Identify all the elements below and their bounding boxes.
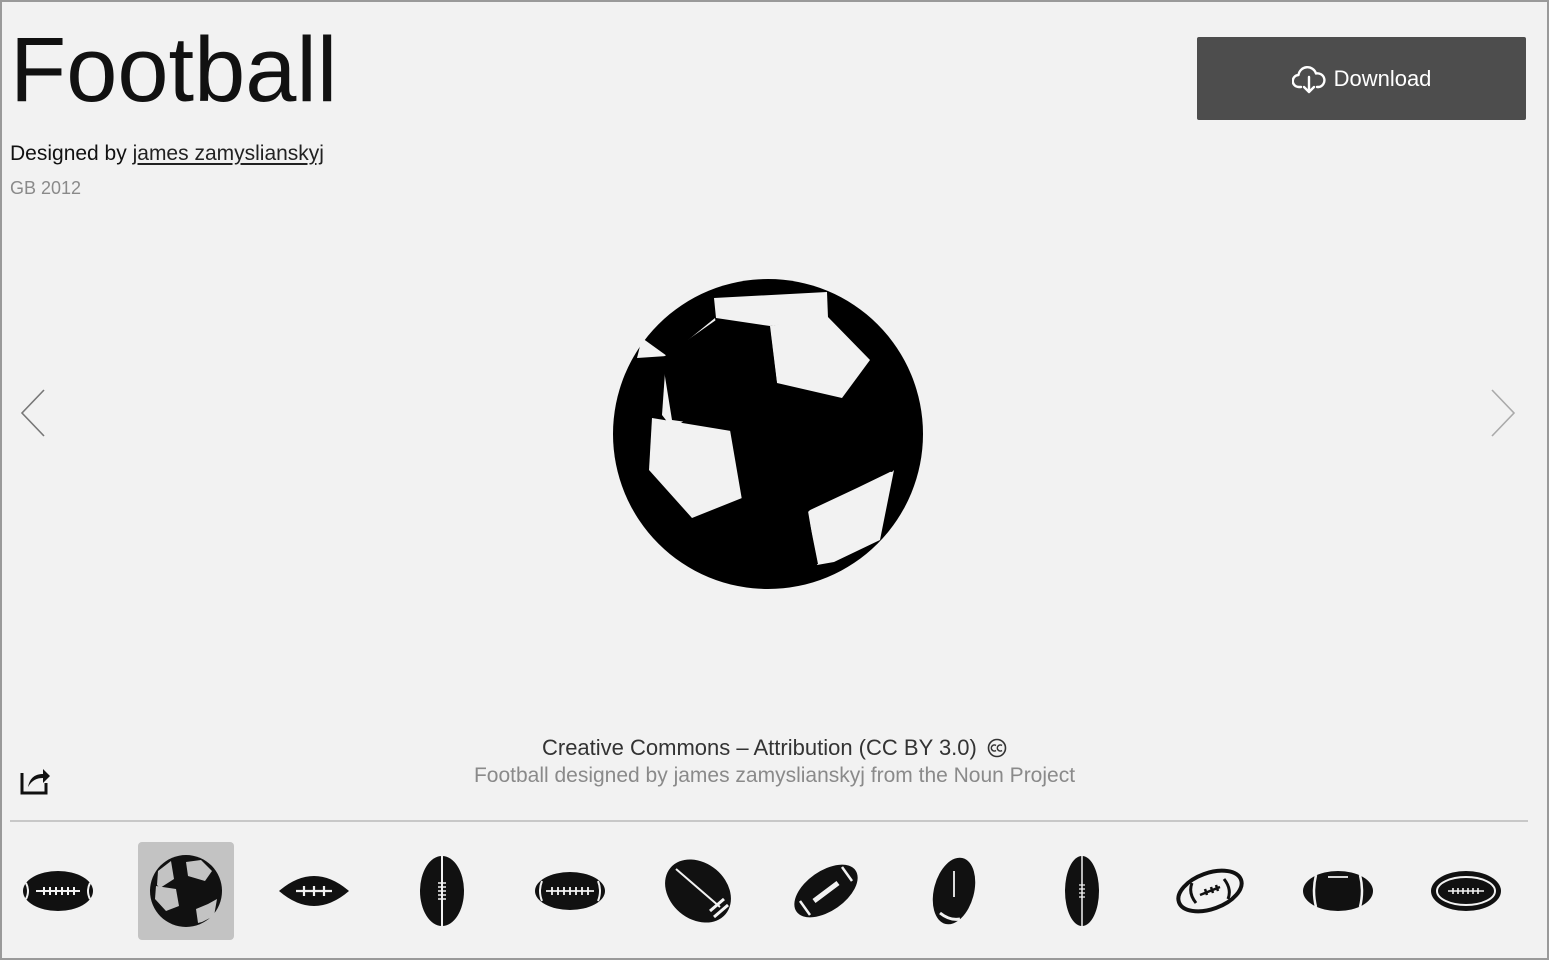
thumbnail-item[interactable] [394,842,490,940]
download-button[interactable]: Download [1197,37,1526,120]
related-icons-strip [10,842,1526,940]
license-credit: Football designed by james zamyslianskyj… [473,764,1076,787]
download-label: Download [1333,65,1432,91]
american-football-band-icon [1303,871,1373,911]
thumbnail-item[interactable] [522,842,618,940]
designer-link[interactable]: james zamyslianskyj [133,142,324,165]
rugby-ball-vertical-icon [420,856,464,926]
designed-by-label: Designed by [10,142,127,165]
american-football-laces-icon [23,871,93,911]
american-football-tilted-stripe-icon [665,859,731,923]
thumbnail-item[interactable] [778,842,874,940]
designer-line: Designed by james zamyslianskyj [10,140,324,168]
american-football-long-laces-icon [535,872,605,910]
thumbnail-item[interactable] [1034,842,1130,940]
american-football-upright-icon [932,857,976,925]
icon-meta: GB 2012 [10,178,82,198]
divider [10,820,1528,822]
creative-commons-icon [987,738,1007,758]
american-football-outline-laces-icon [1431,871,1501,911]
icon-title: Football [10,19,338,121]
thumbnail-item[interactable] [1418,842,1514,940]
rugby-ball-narrow-icon [1065,856,1099,926]
thumbnail-item[interactable] [266,842,362,940]
chevron-left-icon[interactable] [18,388,48,438]
share-icon[interactable] [18,763,52,797]
american-football-outline-icon [1176,868,1244,914]
thumbnail-item[interactable] [906,842,1002,940]
thumbnail-item[interactable] [650,842,746,940]
cloud-download-icon [1291,65,1326,93]
american-football-diagonal-icon [794,864,858,918]
thumbnail-item-selected[interactable] [138,842,234,940]
license-title-text: Creative Commons – Attribution (CC BY 3.… [541,735,977,760]
license-title: Creative Commons – Attribution (CC BY 3.… [0,734,1549,762]
chevron-right-icon[interactable] [1488,388,1518,438]
soccer-ball-icon [150,855,222,927]
thumbnail-item[interactable] [1290,842,1386,940]
thumbnail-item[interactable] [10,842,106,940]
soccer-ball-icon [613,279,923,589]
thumbnail-item[interactable] [1162,842,1258,940]
american-football-stitches-icon [279,876,349,906]
